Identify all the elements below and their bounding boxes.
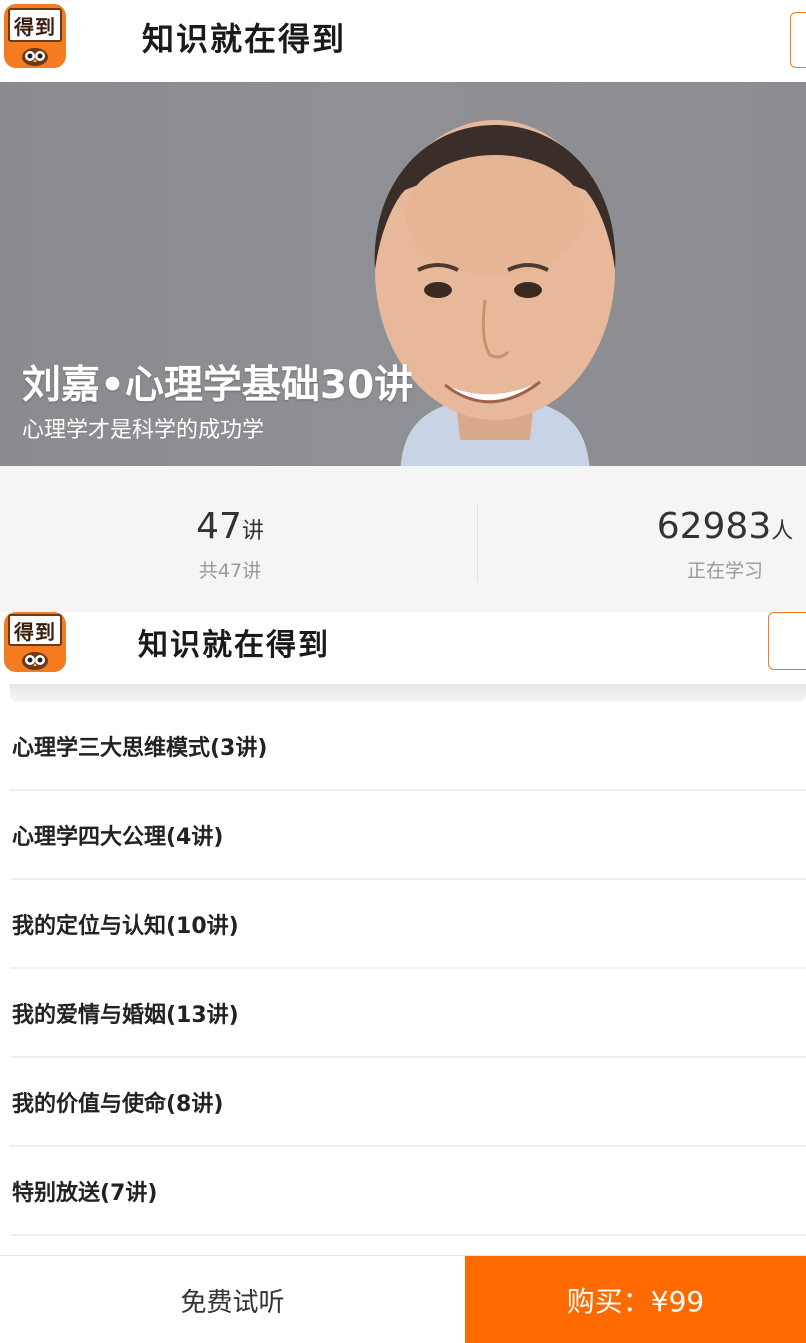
logo-book: 得到 — [8, 8, 62, 42]
course-subtitle: 心理学才是科学的成功学 — [22, 418, 265, 443]
chapter-title: 心理学四大公理(4讲) — [12, 824, 224, 850]
buy-button[interactable]: 购买：¥99 — [465, 1256, 806, 1343]
dedao-logo[interactable]: 得到 — [4, 612, 66, 672]
logo-book: 得到 — [8, 614, 62, 646]
free-trial-button[interactable]: 免费试听 — [0, 1256, 465, 1343]
stats-divider — [477, 504, 478, 582]
chapter-item[interactable]: 心理学四大公理(4讲) — [10, 791, 806, 880]
lectures-count: 47讲 — [0, 506, 460, 547]
chapter-item[interactable]: 我的价值与使命(8讲) — [10, 1058, 806, 1147]
bottom-action-bar: 免费试听 购买：¥99 — [0, 1255, 806, 1343]
chapter-item[interactable]: 特别放送(7讲) — [10, 1147, 806, 1236]
owl-icon — [22, 48, 48, 66]
lectures-label: 共47讲 — [198, 560, 262, 582]
chapter-item[interactable]: 心理学三大思维模式(3讲) — [10, 702, 806, 791]
app-banner: 得到 知识就在得到 — [0, 0, 806, 82]
chapter-title: 我的定位与认知(10讲) — [12, 913, 239, 939]
chapter-title: 特别放送(7讲) — [12, 1180, 158, 1206]
course-stats: 47讲 共47讲 62983人 正在学习 — [0, 466, 806, 612]
course-hero: 刘嘉•心理学基础30讲 心理学才是科学的成功学 — [0, 82, 806, 466]
learners-count: 62983人 — [480, 506, 806, 547]
chapter-title: 我的价值与使命(8讲) — [12, 1091, 224, 1117]
open-app-button[interactable] — [768, 612, 806, 670]
owl-icon — [22, 652, 48, 670]
learners-unit: 人 — [771, 519, 794, 544]
learners-stat: 62983人 正在学习 — [480, 466, 806, 612]
open-app-button[interactable] — [790, 12, 806, 68]
lectures-unit: 讲 — [241, 519, 264, 544]
app-banner-sticky: 得到 知识就在得到 — [0, 612, 806, 684]
instructor-photo — [374, 120, 616, 466]
chapter-item[interactable]: 我的爱情与婚姻(13讲) — [10, 969, 806, 1058]
learners-number: 62983 — [656, 506, 772, 547]
lectures-stat: 47讲 共47讲 — [0, 466, 460, 612]
lectures-number: 47 — [196, 506, 242, 547]
learners-label: 正在学习 — [686, 560, 763, 582]
chapter-title: 心理学三大思维模式(3讲) — [12, 735, 268, 761]
chapter-list: 心理学三大思维模式(3讲) 心理学四大公理(4讲) 我的定位与认知(10讲) 我… — [0, 702, 806, 1236]
course-page: 得到 知识就在得到 刘嘉•心理学基础30讲 心理学才是科学的成功学 47讲 共4… — [0, 0, 806, 1343]
app-slogan: 知识就在得到 — [138, 628, 330, 663]
chapter-title: 我的爱情与婚姻(13讲) — [12, 1002, 239, 1028]
tab-shadow — [10, 684, 806, 702]
chapter-item[interactable]: 我的定位与认知(10讲) — [10, 880, 806, 969]
app-slogan: 知识就在得到 — [142, 20, 347, 58]
course-title: 刘嘉•心理学基础30讲 — [22, 363, 414, 408]
dedao-logo[interactable]: 得到 — [4, 4, 66, 68]
